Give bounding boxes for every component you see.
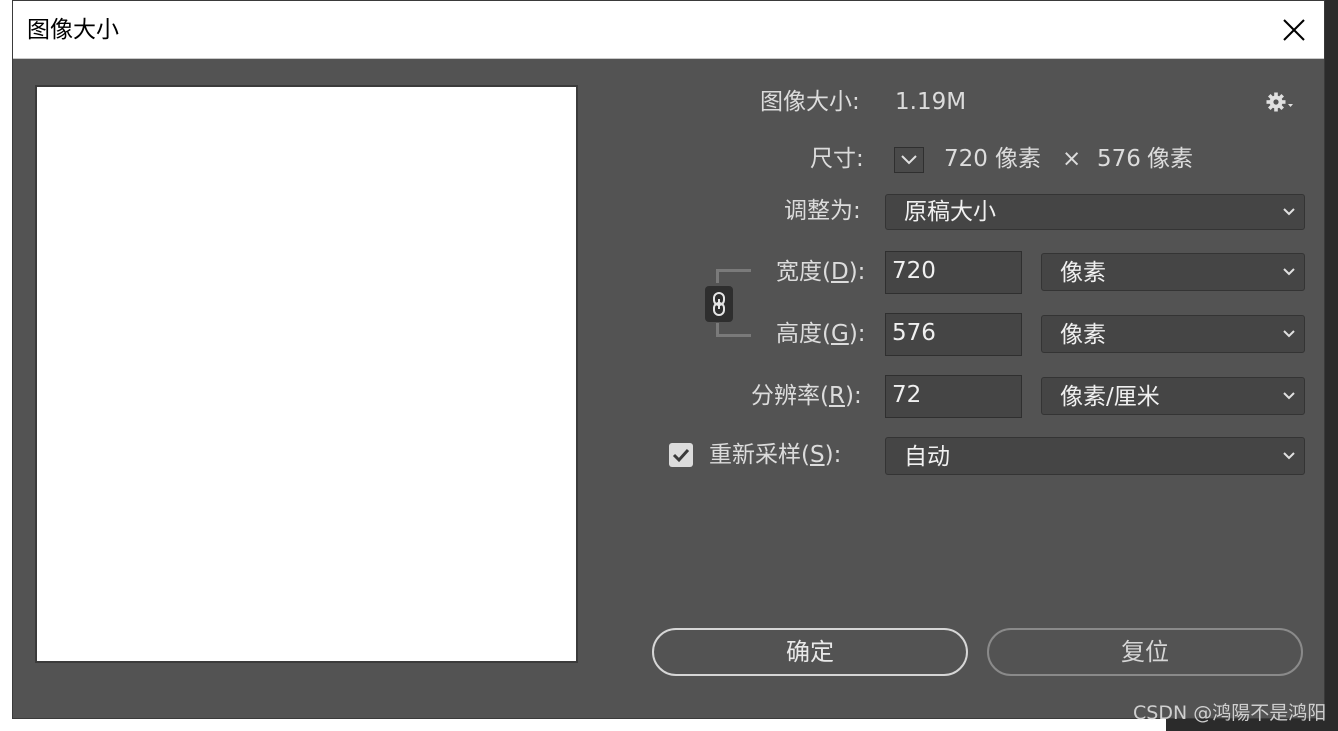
check-icon	[672, 448, 690, 463]
resolution-input[interactable]: 72	[885, 375, 1022, 418]
height-input[interactable]: 576	[885, 313, 1022, 356]
chevron-down-icon	[1282, 329, 1296, 339]
width-unit-select[interactable]: 像素	[1041, 253, 1305, 291]
chevron-down-icon	[1282, 267, 1296, 277]
ok-button[interactable]: 确定	[652, 628, 968, 676]
close-icon	[1283, 19, 1305, 41]
reset-button[interactable]: 复位	[987, 628, 1303, 676]
resample-method-select[interactable]: 自动	[885, 437, 1305, 475]
fit-to-value: 原稿大小	[904, 199, 996, 225]
chevron-down-icon	[901, 155, 917, 165]
width-label: 宽度(D):	[776, 259, 866, 285]
dimensions-height-value: 576	[1097, 146, 1141, 172]
image-size-value: 1.19M	[895, 89, 967, 115]
chevron-down-icon	[1282, 391, 1296, 401]
dimensions-width-unit: 像素	[995, 146, 1041, 172]
chevron-down-icon	[1282, 451, 1296, 461]
constrain-bracket-top	[716, 269, 751, 283]
constrain-bracket-bottom	[716, 323, 751, 337]
image-preview[interactable]	[35, 85, 578, 663]
width-input[interactable]: 720	[885, 251, 1022, 294]
dimensions-separator: ×	[1062, 146, 1082, 172]
resolution-label: 分辨率(R):	[751, 383, 862, 409]
chevron-down-icon	[1282, 207, 1296, 217]
image-size-dialog: 图像大小 图像大小: 1.19M 尺寸: 720 像素 × 576 像素 调整为…	[12, 0, 1326, 724]
dialog-title: 图像大小	[27, 17, 119, 43]
image-size-label: 图像大小:	[760, 89, 860, 115]
resolution-unit-select[interactable]: 像素/厘米	[1041, 377, 1305, 415]
dimensions-unit-toggle[interactable]	[894, 147, 924, 173]
link-icon	[713, 292, 725, 316]
fit-to-select[interactable]: 原稿大小	[885, 194, 1305, 230]
settings-gear-button[interactable]	[1265, 89, 1299, 115]
dimensions-height-unit: 像素	[1147, 146, 1193, 172]
close-button[interactable]	[1274, 10, 1314, 50]
title-bar: 图像大小	[13, 1, 1324, 59]
dimensions-width-value: 720	[944, 146, 988, 172]
height-label: 高度(G):	[776, 321, 866, 347]
resample-label: 重新采样(S):	[709, 442, 842, 468]
resample-checkbox[interactable]	[669, 443, 693, 467]
gear-icon	[1266, 92, 1293, 112]
height-unit-select[interactable]: 像素	[1041, 315, 1305, 353]
dimensions-label: 尺寸:	[810, 146, 864, 172]
watermark-text: CSDN @鸿陽不是鸿阳	[1133, 702, 1327, 724]
constrain-proportions-button[interactable]	[705, 286, 733, 322]
fit-to-label: 调整为:	[784, 198, 861, 224]
